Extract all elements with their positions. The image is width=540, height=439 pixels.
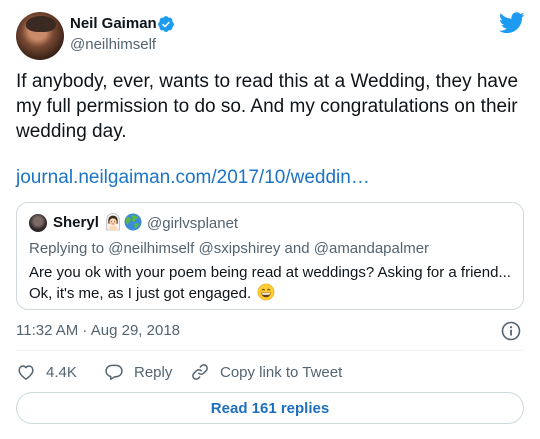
link-icon <box>192 364 208 380</box>
globe-emoji <box>124 213 142 231</box>
tweet-timestamp[interactable]: 11:32 AM · Aug 29, 2018 <box>16 322 180 339</box>
info-icon[interactable] <box>501 321 521 341</box>
divider <box>16 350 524 351</box>
reply-label: Reply <box>134 363 173 381</box>
embedded-tweet-card: Neil Gaiman @neilhimself If anybody, eve… <box>0 0 540 439</box>
grinning-face-emoji <box>257 283 275 301</box>
reply-button[interactable]: Reply <box>104 361 172 383</box>
copy-link-label: Copy link to Tweet <box>220 363 343 381</box>
tweet-text: If anybody, ever, wants to read this at … <box>16 71 519 142</box>
woman-with-veil-emoji <box>106 213 120 231</box>
twitter-bird-icon[interactable] <box>499 12 525 34</box>
quoted-author-avatar <box>29 214 47 232</box>
copy-link-button[interactable]: Copy link to Tweet <box>190 361 342 383</box>
like-count: 4.4K <box>46 363 77 381</box>
like-button[interactable]: 4.4K <box>16 361 77 383</box>
heart-icon <box>18 365 34 380</box>
quoted-author-name: Sheryl <box>53 214 99 231</box>
quoted-author-handle: @girlvsplanet <box>147 215 239 232</box>
quoted-tweet-text: Are you ok with your poem being read at … <box>29 263 513 304</box>
author-name[interactable]: Neil Gaiman <box>70 15 157 32</box>
replying-to-text: Replying to @neilhimself @sxipshirey and… <box>29 240 430 257</box>
quoted-tweet[interactable]: Sheryl @girlvsplanet Replying to @neilhi… <box>16 202 524 310</box>
author-avatar[interactable] <box>16 12 64 60</box>
tweet-link[interactable]: journal.neilgaiman.com/2017/10/weddin… <box>16 165 370 190</box>
reply-bubble-icon <box>105 364 123 380</box>
author-handle[interactable]: @neilhimself <box>70 36 156 53</box>
verified-badge-icon <box>158 16 174 32</box>
read-replies-button[interactable]: Read 161 replies <box>16 392 524 424</box>
